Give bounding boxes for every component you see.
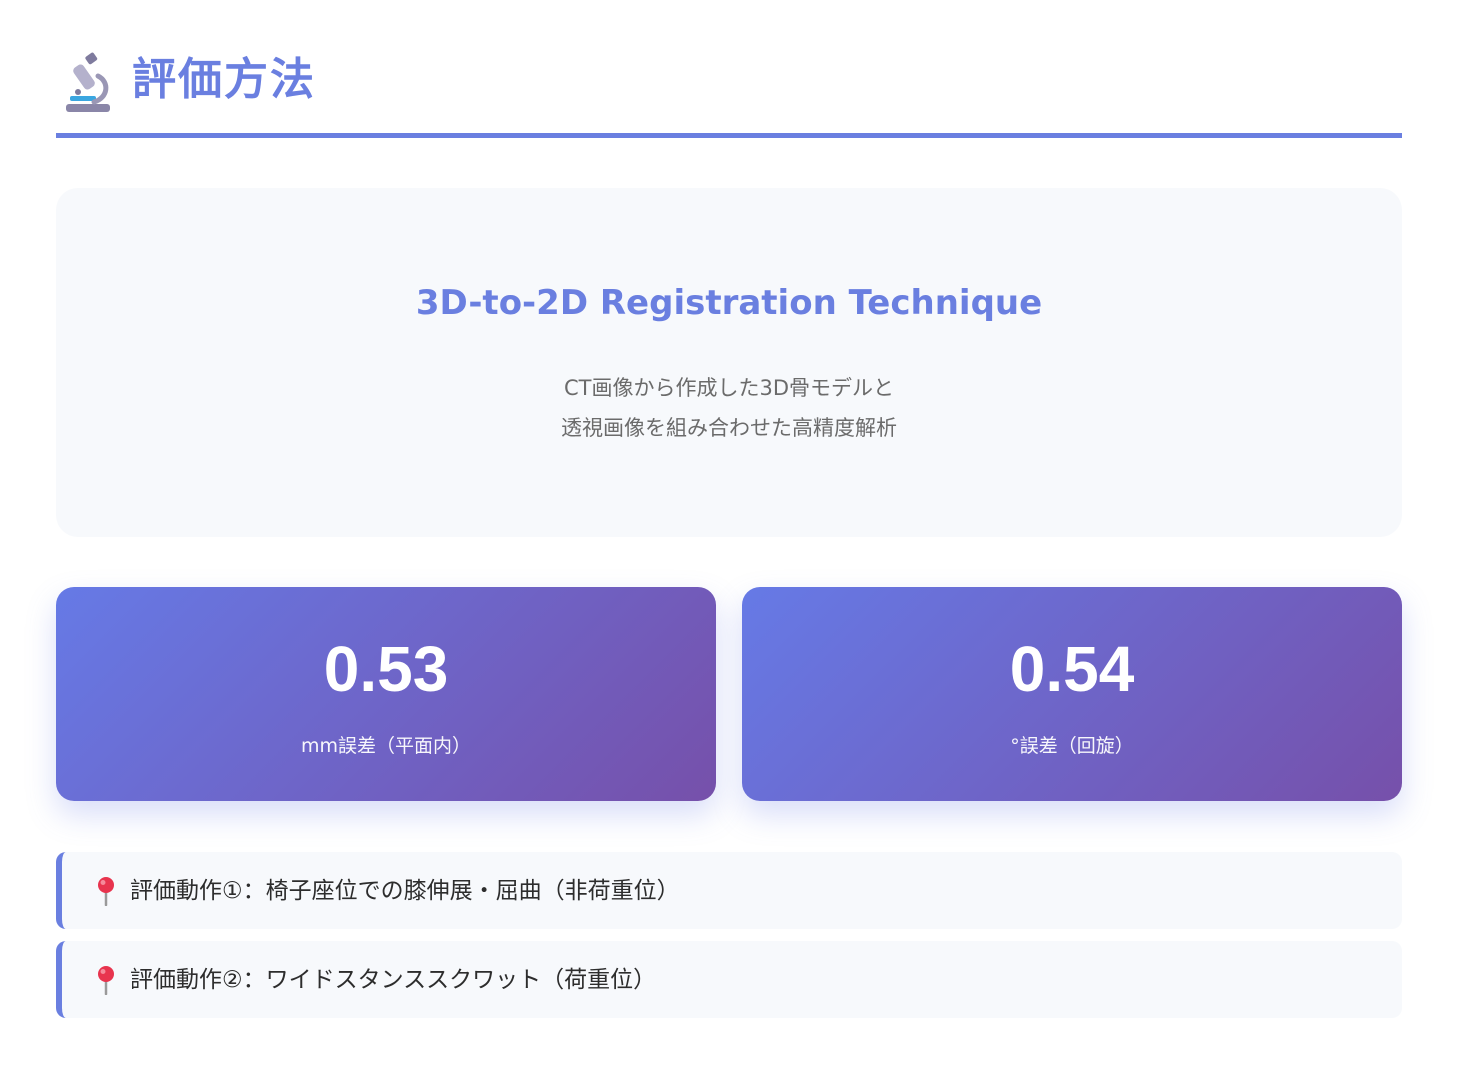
stat-label: °誤差（回旋） bbox=[1010, 735, 1134, 757]
registration-description-line-2: 透視画像を組み合わせた高精度解析 bbox=[561, 416, 897, 440]
stat-label: mm誤差（平面内） bbox=[300, 735, 472, 757]
motion-item-text: 評価動作②：ワイドスタンススクワット（荷重位） bbox=[130, 966, 657, 993]
pin-icon bbox=[98, 876, 114, 906]
motion-item-2: 評価動作②：ワイドスタンススクワット（荷重位） bbox=[56, 941, 1402, 1018]
registration-description-line-1: CT画像から作成した3D骨モデルと bbox=[563, 376, 895, 400]
registration-card: 3D-to-2D Registration Technique CT画像から作成… bbox=[56, 188, 1402, 537]
microscope-icon bbox=[66, 52, 110, 112]
motion-item-text: 評価動作①：椅子座位での膝伸展・屈曲（非荷重位） bbox=[130, 877, 680, 904]
page: 評価方法 3D-to-2D Registration Technique CT画… bbox=[0, 0, 1458, 1071]
page-title: 評価方法 bbox=[132, 54, 316, 105]
motion-item-1: 評価動作①：椅子座位での膝伸展・屈曲（非荷重位） bbox=[56, 852, 1402, 929]
stat-card-translation-error: 0.53 mm誤差（平面内） bbox=[56, 587, 716, 801]
registration-title: 3D-to-2D Registration Technique bbox=[415, 283, 1043, 323]
stat-value: 0.54 bbox=[1009, 633, 1135, 705]
pin-icon bbox=[98, 965, 114, 995]
stat-card-rotation-error: 0.54 °誤差（回旋） bbox=[742, 587, 1402, 801]
section-header: 評価方法 bbox=[56, 44, 1402, 138]
stat-value: 0.53 bbox=[323, 633, 449, 705]
